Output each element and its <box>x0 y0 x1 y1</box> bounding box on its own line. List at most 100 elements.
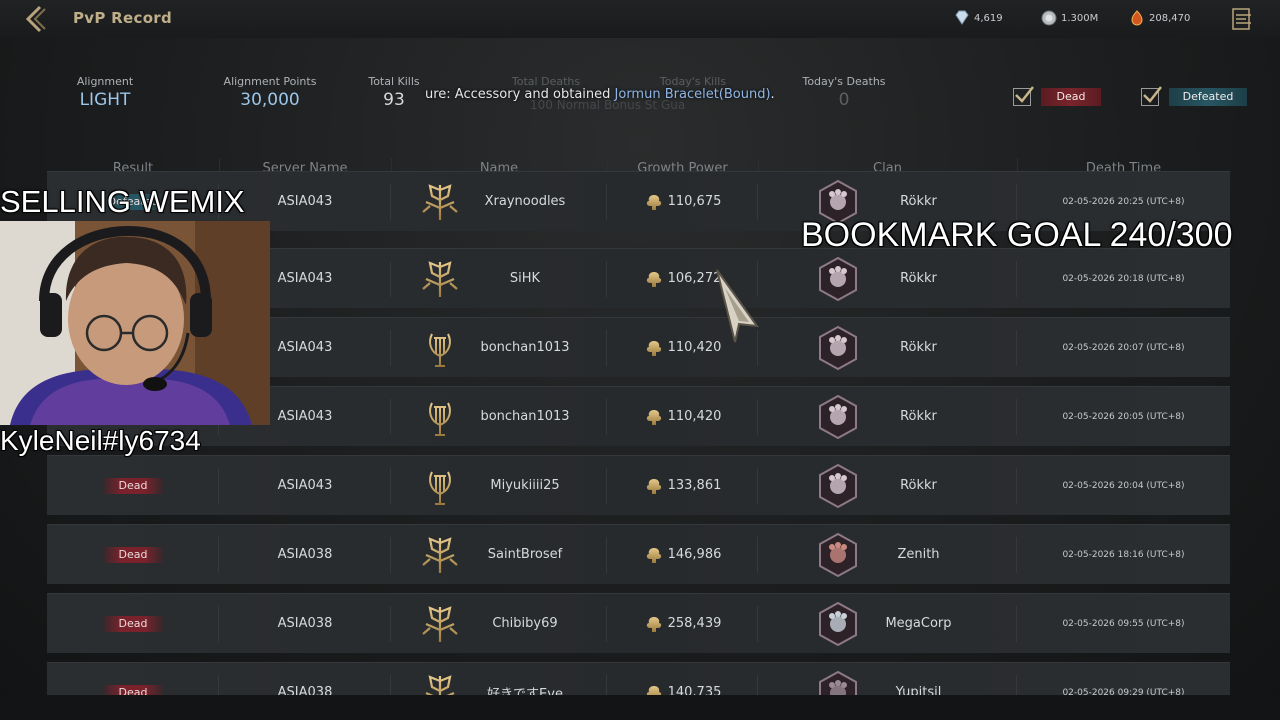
trident-icon <box>418 604 462 644</box>
menu-icon[interactable] <box>1230 6 1254 32</box>
paw-badge-icon <box>817 256 859 302</box>
clan-name: Rökkr <box>900 409 937 424</box>
paw-badge-icon <box>817 463 859 509</box>
notification-text: ure: Accessory and obtained <box>425 87 615 102</box>
checkmark-icon <box>1143 86 1162 103</box>
game-cursor-icon <box>716 269 760 343</box>
cell-growth-power: 258,439 <box>607 594 758 653</box>
player-name: SaintBrosef <box>487 547 563 562</box>
death-time: 02-05-2026 09:55 (UTC+8) <box>1062 618 1185 629</box>
top-bar: PvP Record 4,619 1.300M 208,470 <box>0 0 1280 38</box>
trident-icon <box>418 182 462 222</box>
crest-badge-icon <box>817 601 859 647</box>
death-time: 02-05-2026 20:05 (UTC+8) <box>1062 411 1185 422</box>
paw-badge-icon <box>817 394 859 440</box>
cell-result: Dead <box>47 594 219 653</box>
cell-name: SaintBrosef <box>391 525 607 584</box>
cell-server: ASIA038 <box>219 594 391 653</box>
player-name: bonchan1013 <box>480 409 570 424</box>
defeated-filter-checkbox[interactable] <box>1141 86 1162 106</box>
notification-suffix: . <box>770 87 775 102</box>
stat-alignment: Alignment LIGHT <box>60 75 150 110</box>
paw-badge-icon <box>817 325 859 371</box>
player-name: Chibiby69 <box>492 616 558 631</box>
cell-growth-power: 133,861 <box>607 456 758 515</box>
cell-growth-power: 110,420 <box>607 387 758 446</box>
filter-defeated: Defeated <box>1141 86 1247 106</box>
defeated-tag: Defeated <box>1169 88 1247 106</box>
filter-dead: Dead <box>1013 86 1101 106</box>
stat-label: Alignment <box>76 75 134 88</box>
cell-result: Dead <box>47 456 219 515</box>
growth-power-icon <box>644 615 664 633</box>
diamond-icon <box>955 10 969 25</box>
cell-clan: Rökkr <box>758 249 1017 308</box>
back-arrow-icon[interactable] <box>20 4 50 34</box>
cell-server: ASIA038 <box>219 525 391 584</box>
clan-name: Rökkr <box>900 194 937 209</box>
table-row[interactable]: Dead ASIA043 Miyukiiii25 133,861 Rökkr 0… <box>47 455 1230 515</box>
rose-badge-icon <box>817 532 859 578</box>
lyre-icon <box>418 397 462 437</box>
trident-icon <box>418 535 462 575</box>
cell-name: SiHK <box>391 249 607 308</box>
death-time: 02-05-2026 20:18 (UTC+8) <box>1062 273 1185 284</box>
growth-power-value: 133,861 <box>667 478 722 493</box>
cell-clan: Zenith <box>758 525 1017 584</box>
stat-label: Total Kills <box>368 75 420 88</box>
table-row[interactable]: Dead ASIA038 SaintBrosef 146,986 Zenith … <box>47 524 1230 584</box>
cell-death-time: 02-05-2026 09:55 (UTC+8) <box>1017 594 1230 653</box>
stat-value: 30,000 <box>240 90 300 110</box>
cell-clan: Rökkr <box>758 318 1017 377</box>
table-row[interactable]: Dead ASIA038 Chibiby69 258,439 MegaCorp … <box>47 593 1230 653</box>
silver-coin-icon <box>1041 10 1057 26</box>
growth-power-value: 258,439 <box>667 616 722 631</box>
growth-power-icon <box>644 546 664 564</box>
currency-value: 1.300M <box>1061 12 1099 24</box>
cell-growth-power: 110,675 <box>607 172 758 231</box>
currency-value: 4,619 <box>974 12 1003 24</box>
player-name: Miyukiiii25 <box>490 478 560 493</box>
growth-power-value: 146,986 <box>667 547 722 562</box>
clan-name: MegaCorp <box>885 616 952 631</box>
selling-overlay-text: SELLING WEMIX <box>0 184 245 219</box>
cell-clan: Rökkr <box>758 456 1017 515</box>
stat-total-kills: Total Kills 93 <box>354 75 434 110</box>
player-name: Xraynoodles <box>484 194 566 209</box>
lyre-icon <box>418 328 462 368</box>
dead-filter-checkbox[interactable] <box>1013 86 1034 106</box>
death-time: 02-05-2026 20:04 (UTC+8) <box>1062 480 1185 491</box>
player-name: bonchan1013 <box>480 340 570 355</box>
cell-death-time: 02-05-2026 18:16 (UTC+8) <box>1017 525 1230 584</box>
currency-value: 208,470 <box>1149 12 1191 24</box>
currency-red-gem: 208,470 <box>1128 10 1190 26</box>
growth-power-icon <box>644 408 664 426</box>
webcam-overlay <box>0 221 270 425</box>
growth-power-icon <box>644 193 664 211</box>
trident-icon <box>418 259 462 299</box>
growth-power-icon <box>644 477 664 495</box>
notification-item: Jormun Bracelet(Bound) <box>614 87 771 102</box>
cell-death-time: 02-05-2026 20:07 (UTC+8) <box>1017 318 1230 377</box>
currency-silver: 1.300M <box>1040 10 1098 26</box>
streamer-webcam-image <box>0 221 270 425</box>
cell-name: Miyukiiii25 <box>391 456 607 515</box>
stat-value: LIGHT <box>79 90 131 110</box>
bottom-edge <box>0 695 1280 720</box>
dead-badge: Dead <box>103 477 163 494</box>
death-time: 02-05-2026 20:25 (UTC+8) <box>1062 196 1185 207</box>
acquisition-notification: ure: Accessory and obtained Jormun Brace… <box>425 87 775 102</box>
dead-tag: Dead <box>1041 88 1101 106</box>
stat-alignment-points: Alignment Points 30,000 <box>210 75 330 110</box>
lyre-icon <box>418 466 462 506</box>
cell-server: ASIA043 <box>219 456 391 515</box>
death-time: 02-05-2026 20:07 (UTC+8) <box>1062 342 1185 353</box>
cell-clan: MegaCorp <box>758 594 1017 653</box>
clan-name: Rökkr <box>900 271 937 286</box>
death-time: 02-05-2026 18:16 (UTC+8) <box>1062 549 1185 560</box>
cell-death-time: 02-05-2026 20:18 (UTC+8) <box>1017 249 1230 308</box>
stat-todays-deaths: Today's Deaths 0 <box>794 75 894 110</box>
growth-power-value: 110,420 <box>667 409 722 424</box>
red-gem-icon <box>1131 10 1143 26</box>
cell-death-time: 02-05-2026 20:05 (UTC+8) <box>1017 387 1230 446</box>
